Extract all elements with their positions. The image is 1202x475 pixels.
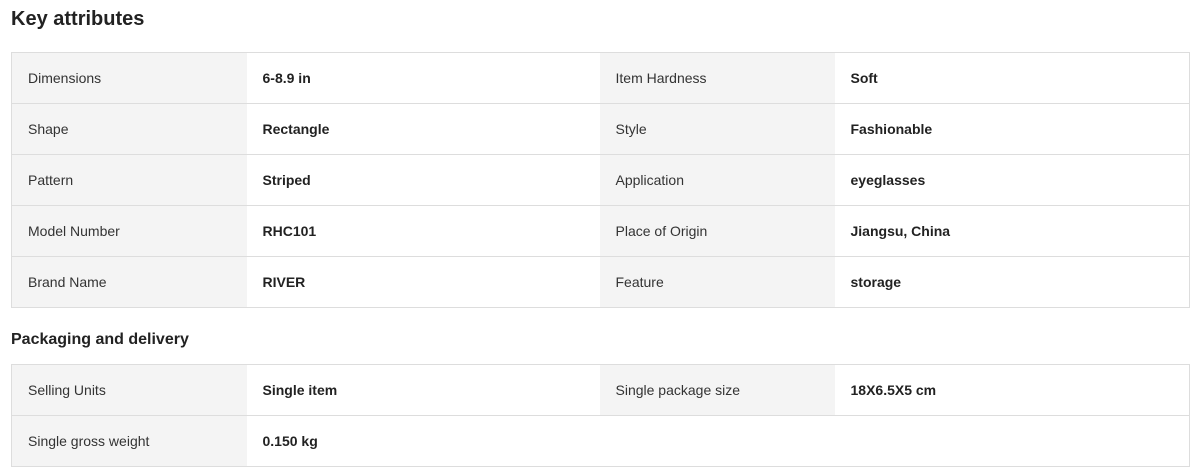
empty-cell bbox=[599, 415, 835, 467]
table-row: Dimensions 6-8.9 in Item Hardness Soft bbox=[11, 52, 1190, 104]
attribute-label: Model Number bbox=[11, 205, 247, 257]
attribute-label: Item Hardness bbox=[599, 52, 835, 104]
attribute-label: Place of Origin bbox=[599, 205, 835, 257]
attribute-label: Shape bbox=[11, 103, 247, 155]
attribute-value: RHC101 bbox=[246, 205, 600, 257]
attribute-label: Pattern bbox=[11, 154, 247, 206]
attribute-value: storage bbox=[834, 256, 1190, 308]
packaging-heading: Packaging and delivery bbox=[11, 331, 189, 348]
attribute-value: Fashionable bbox=[834, 103, 1190, 155]
packaging-table: Selling Units Single item Single package… bbox=[11, 364, 1190, 467]
attribute-label: Style bbox=[599, 103, 835, 155]
attribute-label: Feature bbox=[599, 256, 835, 308]
attribute-value: 6-8.9 in bbox=[246, 52, 600, 104]
attribute-value: Soft bbox=[834, 52, 1190, 104]
attribute-value: Jiangsu, China bbox=[834, 205, 1190, 257]
attribute-label: Single gross weight bbox=[11, 415, 247, 467]
table-row: Pattern Striped Application eyeglasses bbox=[11, 154, 1190, 206]
attribute-label: Brand Name bbox=[11, 256, 247, 308]
attribute-value: Rectangle bbox=[246, 103, 600, 155]
table-row: Model Number RHC101 Place of Origin Jian… bbox=[11, 205, 1190, 257]
attribute-label: Dimensions bbox=[11, 52, 247, 104]
attribute-value: 18X6.5X5 cm bbox=[834, 364, 1190, 416]
empty-cell bbox=[834, 415, 1190, 467]
key-attributes-heading: Key attributes bbox=[11, 8, 145, 30]
attribute-value: Striped bbox=[246, 154, 600, 206]
table-row: Brand Name RIVER Feature storage bbox=[11, 256, 1190, 308]
attribute-value: RIVER bbox=[246, 256, 600, 308]
table-row: Single gross weight 0.150 kg bbox=[11, 415, 1190, 467]
product-attributes-page: Key attributes Dimensions 6-8.9 in Item … bbox=[0, 0, 1202, 475]
attribute-value: Single item bbox=[246, 364, 600, 416]
attribute-value: 0.150 kg bbox=[246, 415, 600, 467]
table-row: Shape Rectangle Style Fashionable bbox=[11, 103, 1190, 155]
attribute-label: Selling Units bbox=[11, 364, 247, 416]
attribute-label: Application bbox=[599, 154, 835, 206]
table-row: Selling Units Single item Single package… bbox=[11, 364, 1190, 416]
attribute-value: eyeglasses bbox=[834, 154, 1190, 206]
key-attributes-table: Dimensions 6-8.9 in Item Hardness Soft S… bbox=[11, 52, 1190, 308]
attribute-label: Single package size bbox=[599, 364, 835, 416]
